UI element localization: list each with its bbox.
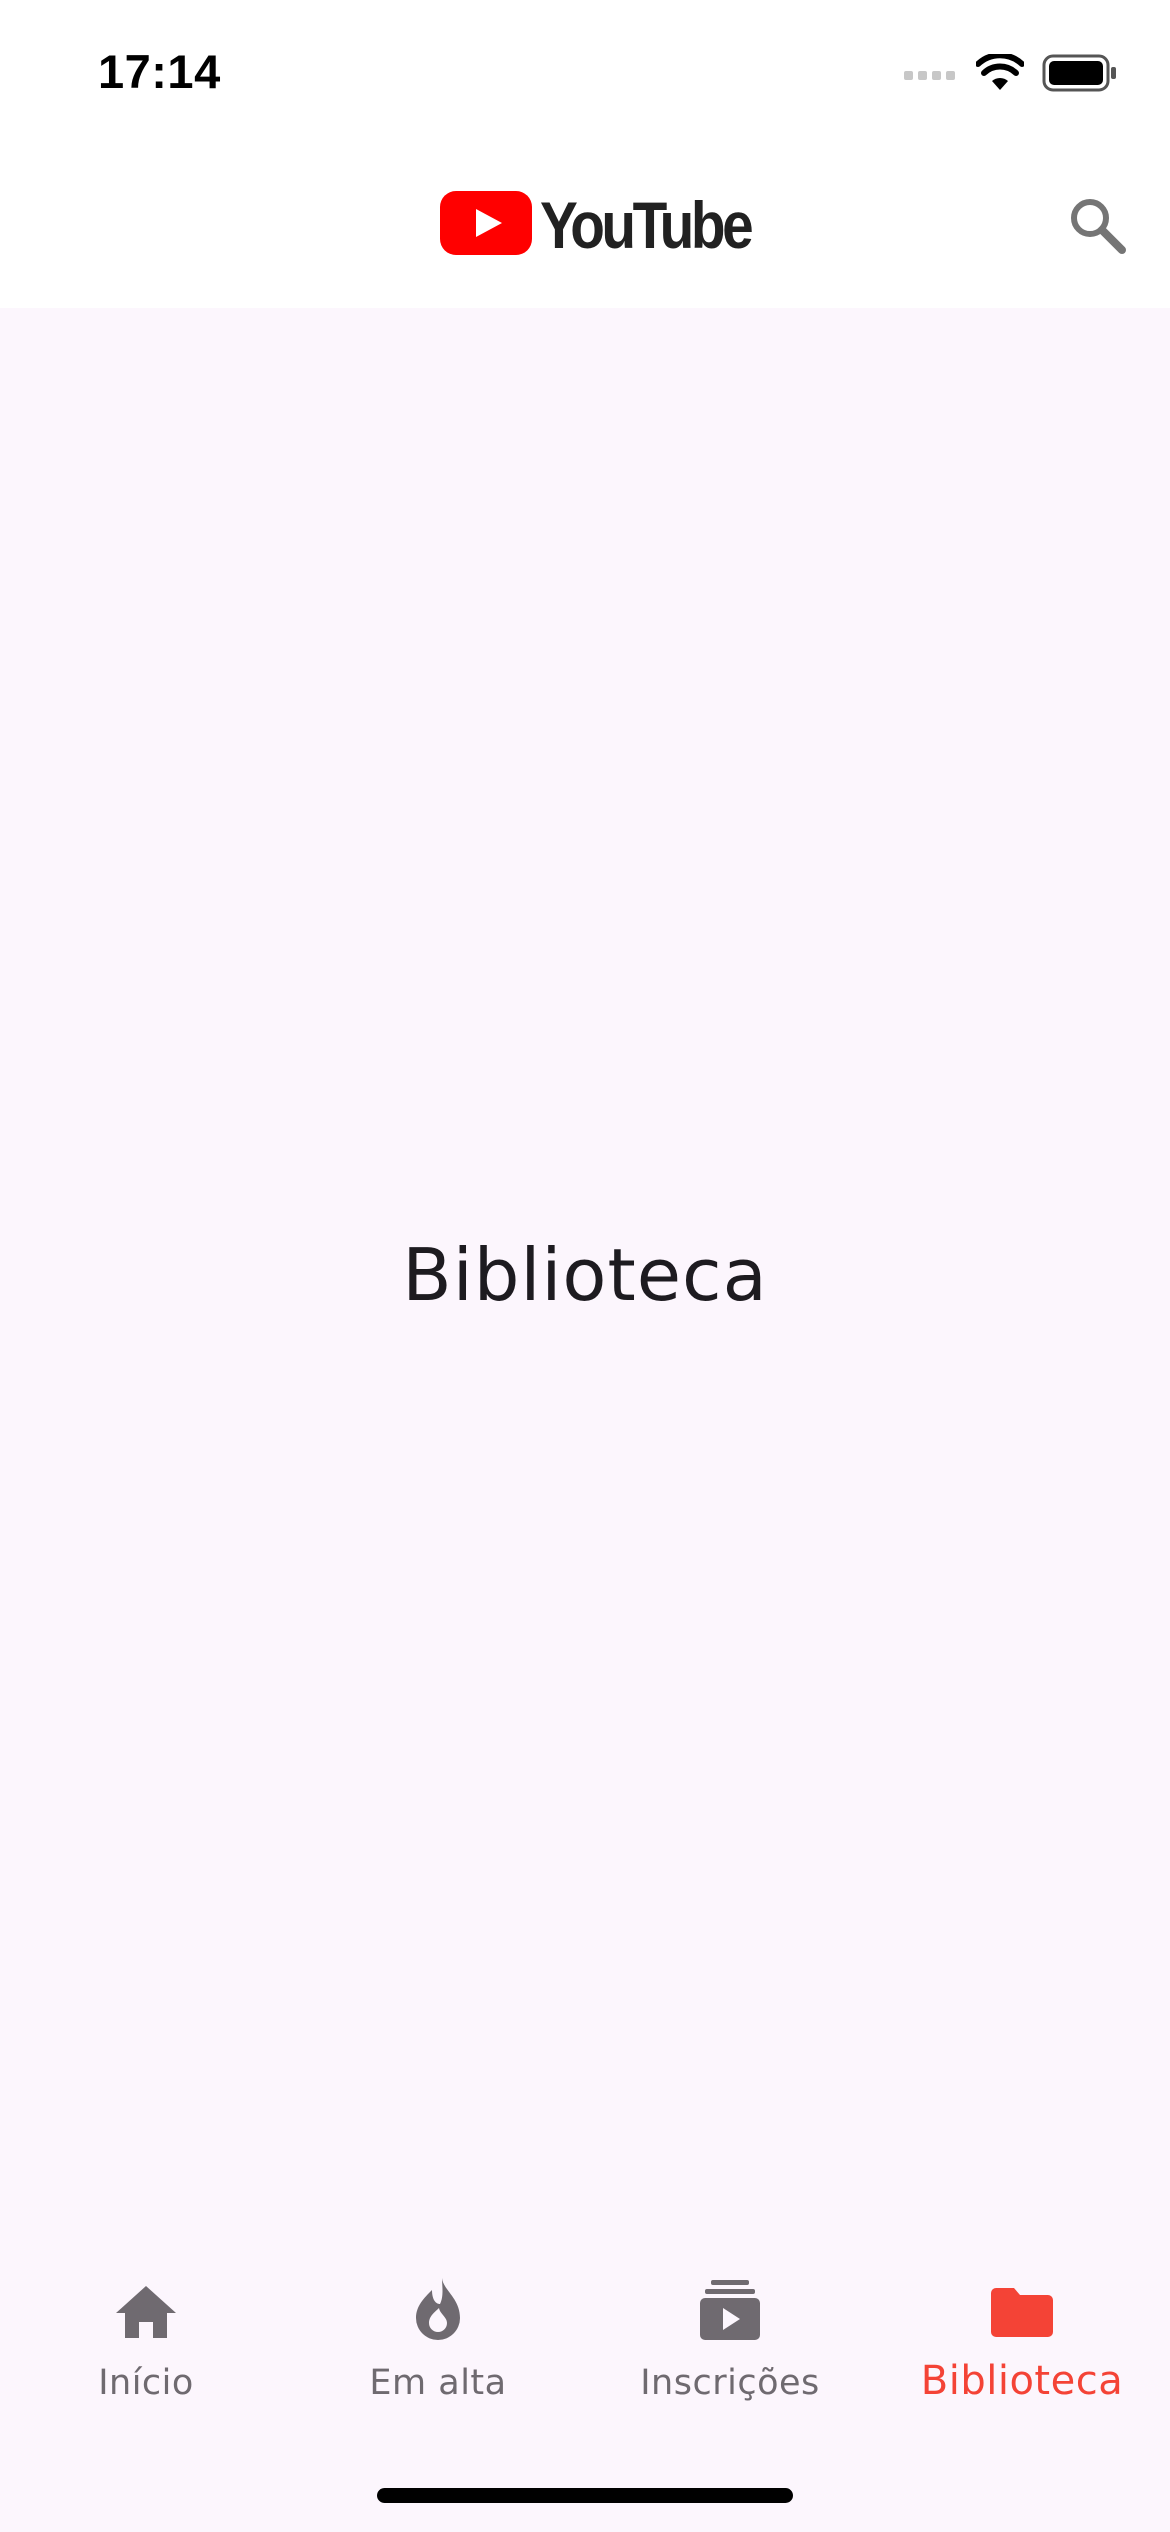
tab-inicio-label: Início — [98, 2363, 194, 2403]
battery-icon — [1042, 54, 1118, 96]
home-indicator — [377, 2488, 793, 2503]
tab-inicio[interactable]: Início — [0, 2264, 292, 2414]
youtube-logo: YouTube — [440, 191, 785, 259]
subscriptions-icon — [584, 2278, 876, 2342]
flame-icon — [292, 2276, 584, 2342]
tab-em-alta-label: Em alta — [369, 2363, 507, 2403]
tab-em-alta[interactable]: Em alta — [292, 2264, 584, 2414]
folder-icon — [876, 2286, 1168, 2338]
main-content: Biblioteca — [0, 308, 1170, 2264]
app-bar: YouTube — [0, 145, 1170, 308]
logo-text: YouTube — [540, 188, 754, 262]
tab-biblioteca-label: Biblioteca — [920, 2358, 1124, 2404]
wifi-icon — [975, 52, 1025, 96]
page-title: Biblioteca — [402, 1233, 768, 1317]
search-icon — [1066, 199, 1130, 262]
tab-inscricoes[interactable]: Inscrições — [584, 2264, 876, 2414]
status-bar: 17:14 — [0, 0, 1170, 145]
cellular-signal-icon — [904, 66, 958, 85]
youtube-play-icon — [440, 191, 532, 259]
tab-biblioteca[interactable]: Biblioteca — [876, 2264, 1168, 2414]
home-icon — [0, 2282, 292, 2342]
status-time: 17:14 — [98, 45, 221, 98]
search-button[interactable] — [1066, 194, 1130, 258]
status-icons — [904, 50, 1118, 100]
tab-inscricoes-label: Inscrições — [640, 2363, 820, 2403]
